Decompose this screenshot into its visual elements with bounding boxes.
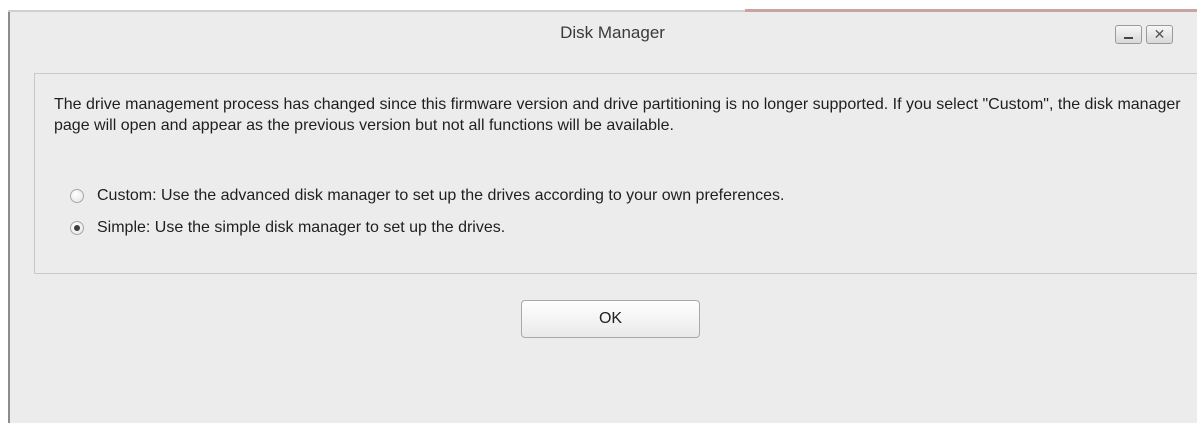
simple-option[interactable]: Simple: Use the simple disk manager to s… [70, 217, 505, 239]
close-button[interactable]: ✕ [1146, 25, 1173, 44]
message-panel: The drive management process has changed… [34, 73, 1197, 274]
close-icon: ✕ [1153, 26, 1166, 42]
custom-option[interactable]: Custom: Use the advanced disk manager to… [70, 185, 784, 207]
disk-manager-dialog: Disk Manager ✕ The drive management proc… [8, 12, 1197, 423]
custom-option-label: Custom: Use the advanced disk manager to… [97, 187, 785, 204]
simple-radio[interactable] [70, 221, 84, 235]
minimize-button[interactable] [1115, 25, 1142, 44]
title-bar[interactable]: Disk Manager ✕ [10, 12, 1197, 56]
info-message: The drive management process has changed… [54, 96, 1181, 134]
dialog-title: Disk Manager [560, 23, 665, 42]
ok-button[interactable]: OK [521, 300, 700, 338]
simple-option-label: Simple: Use the simple disk manager to s… [97, 219, 506, 236]
minimize-icon [1124, 37, 1133, 39]
background-strip [0, 0, 1197, 13]
custom-radio[interactable] [70, 189, 84, 203]
